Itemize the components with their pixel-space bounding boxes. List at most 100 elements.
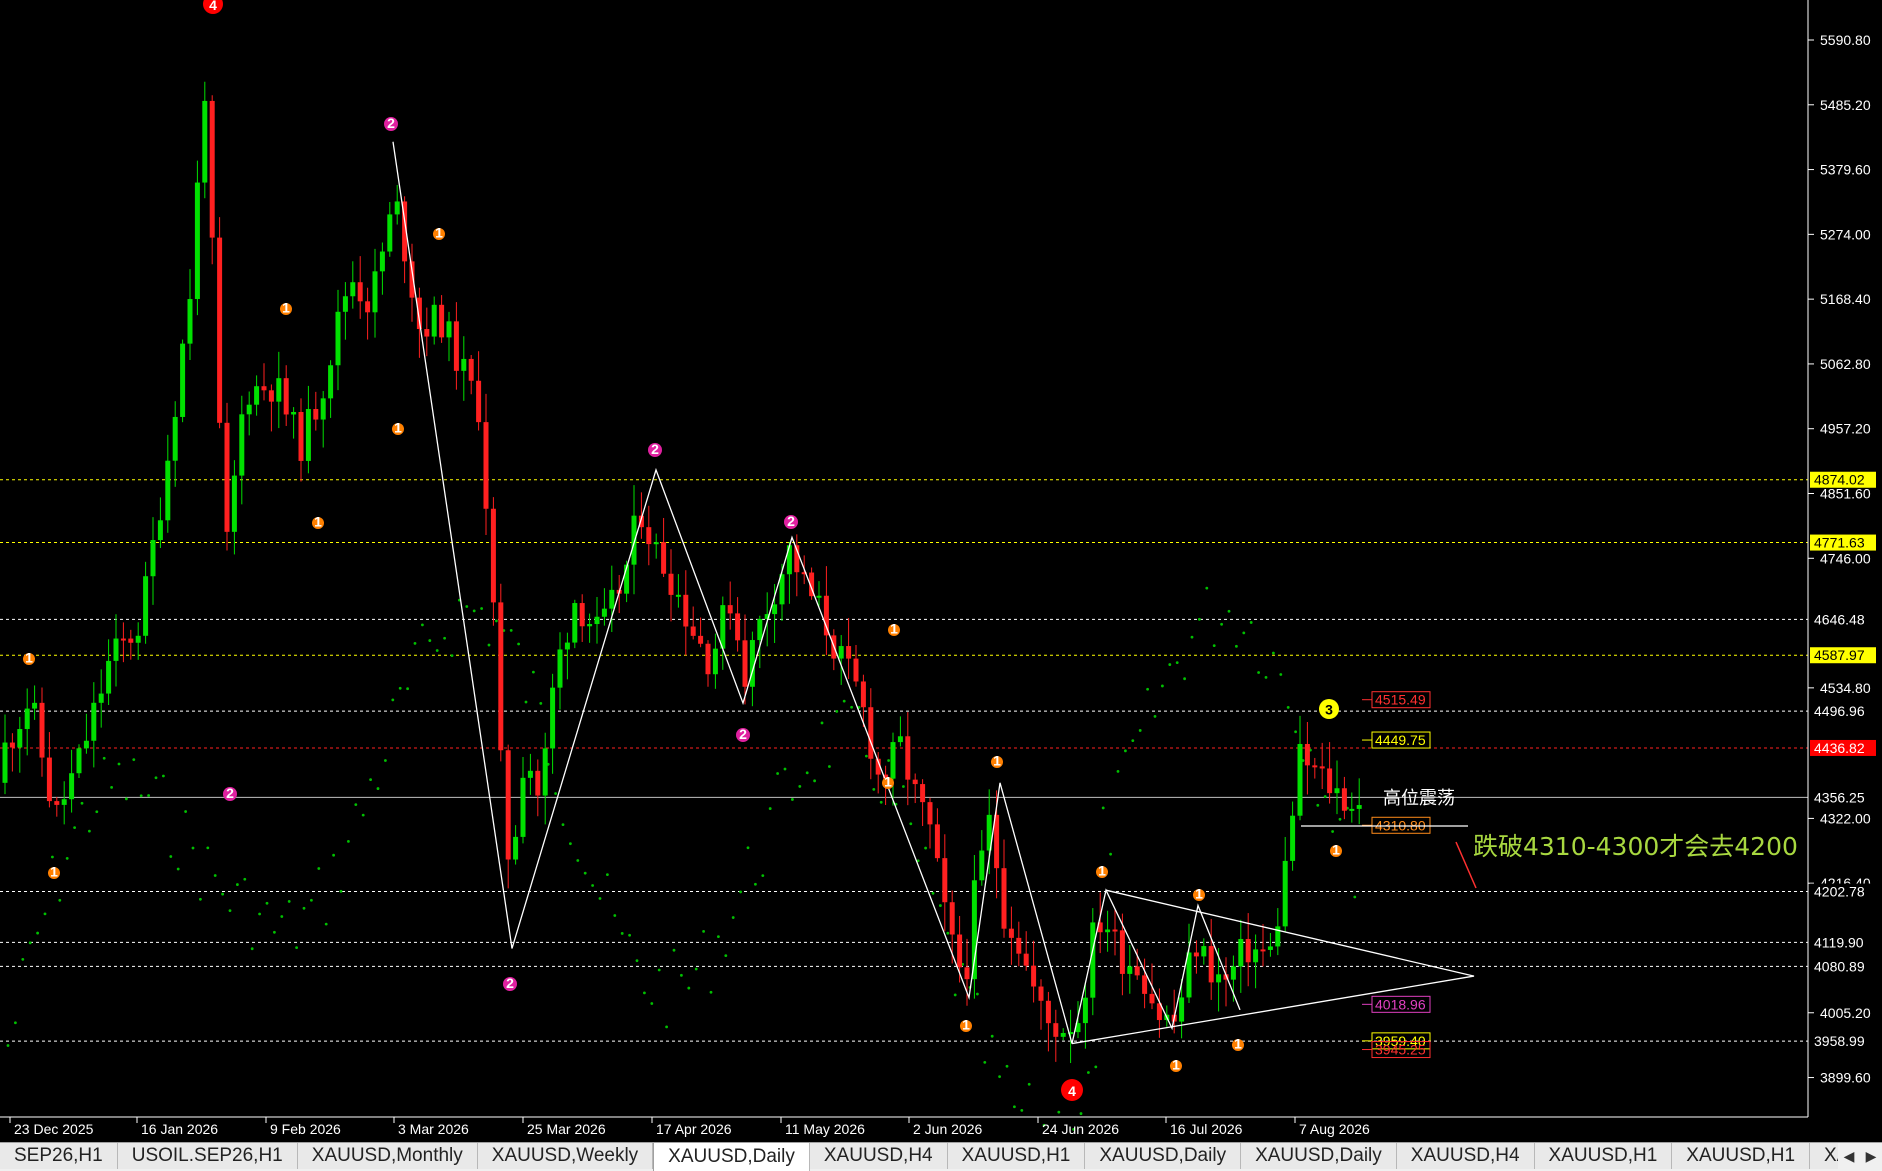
sar-dot bbox=[539, 702, 543, 705]
chart-tab[interactable]: XAUUSD,Daily bbox=[1085, 1143, 1242, 1169]
chart-tab[interactable]: XAUUSD,H1 bbox=[947, 1143, 1086, 1169]
sar-dot bbox=[709, 990, 713, 994]
sar-dot bbox=[117, 762, 121, 766]
sar-dot bbox=[206, 846, 210, 850]
wave-label-text: 4 bbox=[1068, 1083, 1076, 1099]
candle-body bbox=[83, 740, 89, 749]
time-tick-label: 9 Feb 2026 bbox=[270, 1121, 341, 1137]
wave-label-text: 1 bbox=[282, 300, 290, 316]
candle-body bbox=[9, 742, 15, 748]
chart-tab[interactable]: SEP26,H1 bbox=[0, 1143, 118, 1169]
sar-dot bbox=[1353, 895, 1357, 899]
candle-body bbox=[1238, 938, 1244, 967]
level-label: 3958.99 bbox=[1814, 1033, 1865, 1049]
sar-dot bbox=[280, 915, 284, 918]
candle-body bbox=[1119, 930, 1125, 974]
sar-dot bbox=[813, 779, 816, 783]
level-label: 4119.90 bbox=[1814, 934, 1864, 950]
sar-dot bbox=[472, 609, 476, 613]
chart-tab[interactable]: XAUUSD,Weekly bbox=[477, 1143, 654, 1169]
wave-label-text: 1 bbox=[1234, 1036, 1242, 1052]
candle-body bbox=[1149, 993, 1155, 1004]
candle-body bbox=[1016, 937, 1022, 954]
candle-body bbox=[54, 801, 60, 805]
tab-scroll-left-icon[interactable]: ◀ bbox=[1838, 1143, 1860, 1169]
candle-body bbox=[631, 515, 637, 565]
sar-dot bbox=[1161, 684, 1164, 688]
candle-body bbox=[513, 836, 519, 860]
candle-body bbox=[113, 638, 119, 661]
wave-label-text: 1 bbox=[435, 225, 443, 241]
chart-tab[interactable]: XAUUSD,H1 bbox=[1672, 1143, 1811, 1169]
sar-dot bbox=[998, 1075, 1001, 1079]
chart-tab[interactable]: XAUUSD,H4 bbox=[809, 1143, 948, 1169]
price-chart[interactable]: 4 4 3 2 2 2 2 2 2 1 1 1 1 1 1 1 1 1 1 1 1 1 1 1 5590.80 5485.20 5… bbox=[0, 0, 1882, 1142]
candle-body bbox=[942, 858, 948, 903]
candle-body bbox=[424, 329, 430, 337]
price-box-label: 4449.75 bbox=[1375, 732, 1426, 748]
wave-label-text: 1 bbox=[1332, 842, 1340, 858]
candle-body bbox=[1290, 815, 1296, 861]
candle-body bbox=[239, 414, 245, 476]
sar-dot bbox=[939, 904, 942, 907]
candle-body bbox=[594, 616, 600, 625]
chart-tab[interactable]: XAUUSD,H4 bbox=[1396, 1143, 1535, 1169]
candle-body bbox=[1031, 965, 1037, 987]
sar-dot bbox=[606, 873, 609, 877]
candle-body bbox=[601, 608, 607, 617]
candle-body bbox=[69, 773, 75, 800]
candle-body bbox=[860, 681, 866, 708]
candle-body bbox=[668, 573, 674, 595]
sar-dot bbox=[791, 798, 794, 801]
candle-body bbox=[1008, 928, 1014, 938]
price-box-label: 4515.49 bbox=[1375, 692, 1426, 708]
candle-body bbox=[24, 708, 30, 730]
wave-label-text: 2 bbox=[226, 785, 234, 801]
sar-dot bbox=[1027, 1082, 1031, 1086]
sar-dot bbox=[1338, 817, 1342, 821]
candle-body bbox=[1260, 949, 1266, 952]
candle-body bbox=[254, 386, 260, 405]
wave-label-text: 2 bbox=[739, 726, 747, 742]
chart-tab[interactable]: XAUUSD,Daily bbox=[653, 1143, 810, 1171]
candle-body bbox=[335, 311, 341, 366]
sar-dot bbox=[199, 897, 202, 901]
candle-body bbox=[217, 237, 223, 423]
sar-dot bbox=[850, 705, 853, 709]
candle-body bbox=[1208, 946, 1214, 983]
candle-body bbox=[920, 784, 926, 803]
candle-body bbox=[1304, 743, 1310, 766]
candle-body bbox=[2, 742, 8, 783]
sar-dot bbox=[221, 892, 225, 896]
sar-dot bbox=[406, 687, 409, 691]
candle-body bbox=[742, 640, 748, 687]
chart-tab[interactable]: XAUUSD,Daily bbox=[1241, 1143, 1397, 1169]
candle-body bbox=[165, 460, 171, 521]
sar-dot bbox=[879, 800, 883, 804]
candle-body bbox=[187, 299, 193, 344]
candle-body bbox=[202, 100, 208, 183]
chart-tab[interactable]: XAUUSD,Monthly bbox=[297, 1143, 478, 1169]
candle-body bbox=[261, 386, 267, 391]
sar-dot bbox=[598, 897, 602, 900]
sar-dot bbox=[1323, 795, 1327, 798]
sar-dot bbox=[465, 605, 469, 608]
candle-body bbox=[949, 902, 955, 935]
chart-tab[interactable]: XAUUSD,H1 bbox=[1534, 1143, 1673, 1169]
sar-dot bbox=[1087, 1071, 1090, 1074]
candle-body bbox=[150, 540, 156, 577]
chart-tab[interactable]: USOIL.SEP26,H1 bbox=[117, 1143, 298, 1169]
sar-dot bbox=[310, 898, 313, 902]
sar-dot bbox=[58, 898, 62, 902]
candle-body bbox=[542, 748, 548, 796]
sar-dot bbox=[517, 642, 520, 646]
sar-dot bbox=[332, 853, 335, 857]
candle-body bbox=[143, 576, 149, 636]
sar-dot bbox=[184, 810, 188, 813]
candle-body bbox=[690, 626, 696, 636]
sar-dot bbox=[805, 771, 809, 775]
sar-dot bbox=[132, 758, 136, 762]
sar-dot bbox=[820, 721, 824, 725]
sar-dot bbox=[376, 787, 380, 790]
tab-scroll-right-icon[interactable]: ▶ bbox=[1860, 1143, 1882, 1169]
